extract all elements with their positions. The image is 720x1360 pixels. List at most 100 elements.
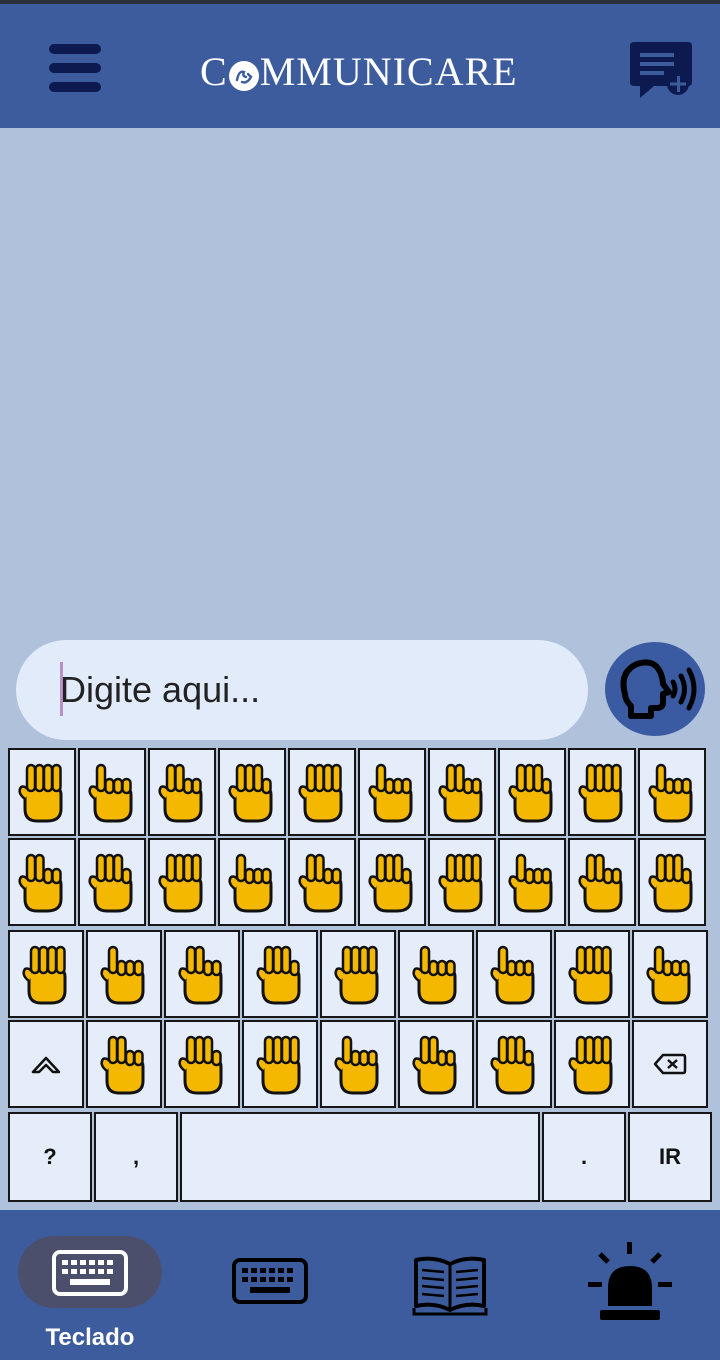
hand-sign-o-icon [298,853,343,913]
top-bar: C MMUNICARE [0,0,720,128]
hand-sign-g-icon [438,763,483,823]
key-hand-sign-n[interactable] [218,838,286,926]
hand-sign-7-icon [412,1035,457,1095]
key-hand-sign-u[interactable] [8,930,84,1018]
keyboard-outline-icon [232,1258,308,1304]
hand-sign-c-icon [158,763,203,823]
key-hand-sign-e[interactable] [288,748,356,836]
key-hand-sign-p[interactable] [358,838,426,926]
key-hand-sign-f[interactable] [358,748,426,836]
key-hand-sign-l[interactable] [78,838,146,926]
hand-sign-6-icon [334,1035,379,1095]
key-hand-sign-k[interactable] [8,838,76,926]
hand-sign-1-icon [568,945,613,1005]
key-hand-sign-i[interactable] [568,748,636,836]
nav-tab-dictionary[interactable] [390,1240,510,1330]
key-question[interactable]: ? [8,1112,92,1202]
new-message-icon [630,42,692,98]
key-hand-sign-2[interactable] [632,930,708,1018]
hand-sign-f-icon [368,763,413,823]
new-chat-button[interactable] [628,40,694,100]
alarm-siren-icon [588,1242,672,1320]
key-hand-sign-t[interactable] [638,838,706,926]
key-period[interactable]: . [542,1112,626,1202]
brand-suffix: MMUNICARE [259,49,518,94]
app-root: C MMUNICARE ? , [0,0,720,1360]
key-hand-sign-q[interactable] [428,838,496,926]
key-hand-sign-g[interactable] [428,748,496,836]
hand-sign-q-icon [438,853,483,913]
hand-sign-p-icon [368,853,413,913]
hand-sign-u-icon [22,945,67,1005]
key-hand-sign-m[interactable] [148,838,216,926]
backspace-icon [653,1053,687,1075]
key-hand-sign-b[interactable] [78,748,146,836]
key-hand-sign-z[interactable] [398,930,474,1018]
nav-tab-teclado[interactable]: Teclado [0,1210,180,1360]
key-comma[interactable]: , [94,1112,178,1202]
key-hand-sign-y[interactable] [320,930,396,1018]
key-hand-sign-d[interactable] [218,748,286,836]
keyboard-icon [52,1250,128,1296]
hand-sign-b-icon [88,763,133,823]
key-hand-sign-a[interactable] [8,748,76,836]
key-hand-sign-w[interactable] [164,930,240,1018]
nav-tab-emergency[interactable] [580,1234,680,1334]
key-hand-sign-x[interactable] [242,930,318,1018]
hand-sign-3-icon [100,1035,145,1095]
hand-sign-n-icon [228,853,273,913]
message-input[interactable] [60,660,560,720]
key-hand-sign-8[interactable] [476,1020,552,1108]
hand-sign-l-icon [88,853,133,913]
shift-icon [31,1056,61,1074]
key-hand-sign-c[interactable] [148,748,216,836]
hand-sign-x-icon [256,945,301,1005]
speak-button[interactable] [605,642,705,736]
hand-sign-h-icon [508,763,553,823]
key-backspace-icon[interactable] [632,1020,708,1108]
hand-sign-j-icon [648,763,693,823]
key-hand-sign-r[interactable] [498,838,566,926]
hand-sign-v-icon [100,945,145,1005]
nav-tab-keyboard-alt[interactable] [200,1240,340,1320]
key-go[interactable]: IR [628,1112,712,1202]
hand-sign-d-icon [228,763,273,823]
hand-sign-i-icon [578,763,623,823]
hand-sign-a-icon [18,763,63,823]
menu-button[interactable] [46,44,104,96]
message-composer [16,640,588,740]
hand-sign-z-icon [412,945,457,1005]
hand-sign-s-icon [578,853,623,913]
key-hand-sign-c-cedilla[interactable] [476,930,552,1018]
key-hand-sign-s[interactable] [568,838,636,926]
hand-sign-r-icon [508,853,553,913]
hand-sign-m-icon [158,853,203,913]
speaking-head-icon [620,659,697,719]
key-comma-label: , [132,1144,140,1169]
sign-keyboard: ? , . IR [0,744,720,1206]
key-hand-sign-9[interactable] [554,1020,630,1108]
hand-sign-y-icon [334,945,379,1005]
hand-sign-9-icon [568,1035,613,1095]
hand-sign-5-icon [256,1035,301,1095]
app-logo: C MMUNICARE [200,48,560,96]
key-hand-sign-5[interactable] [242,1020,318,1108]
key-space[interactable] [180,1112,540,1202]
key-hand-sign-6[interactable] [320,1020,396,1108]
key-period-label: . [580,1144,588,1169]
key-hand-sign-v[interactable] [86,930,162,1018]
key-shift-icon[interactable] [8,1020,84,1108]
hand-sign-e-icon [298,763,343,823]
brand-prefix: C [200,49,228,94]
key-hand-sign-7[interactable] [398,1020,474,1108]
key-question-label: ? [43,1144,57,1169]
key-hand-sign-o[interactable] [288,838,356,926]
conversation-area [0,128,720,634]
bottom-navigation: Teclado [0,1210,720,1360]
key-hand-sign-1[interactable] [554,930,630,1018]
hand-sign-w-icon [178,945,223,1005]
key-hand-sign-h[interactable] [498,748,566,836]
key-hand-sign-3[interactable] [86,1020,162,1108]
key-hand-sign-4[interactable] [164,1020,240,1108]
key-hand-sign-j[interactable] [638,748,706,836]
